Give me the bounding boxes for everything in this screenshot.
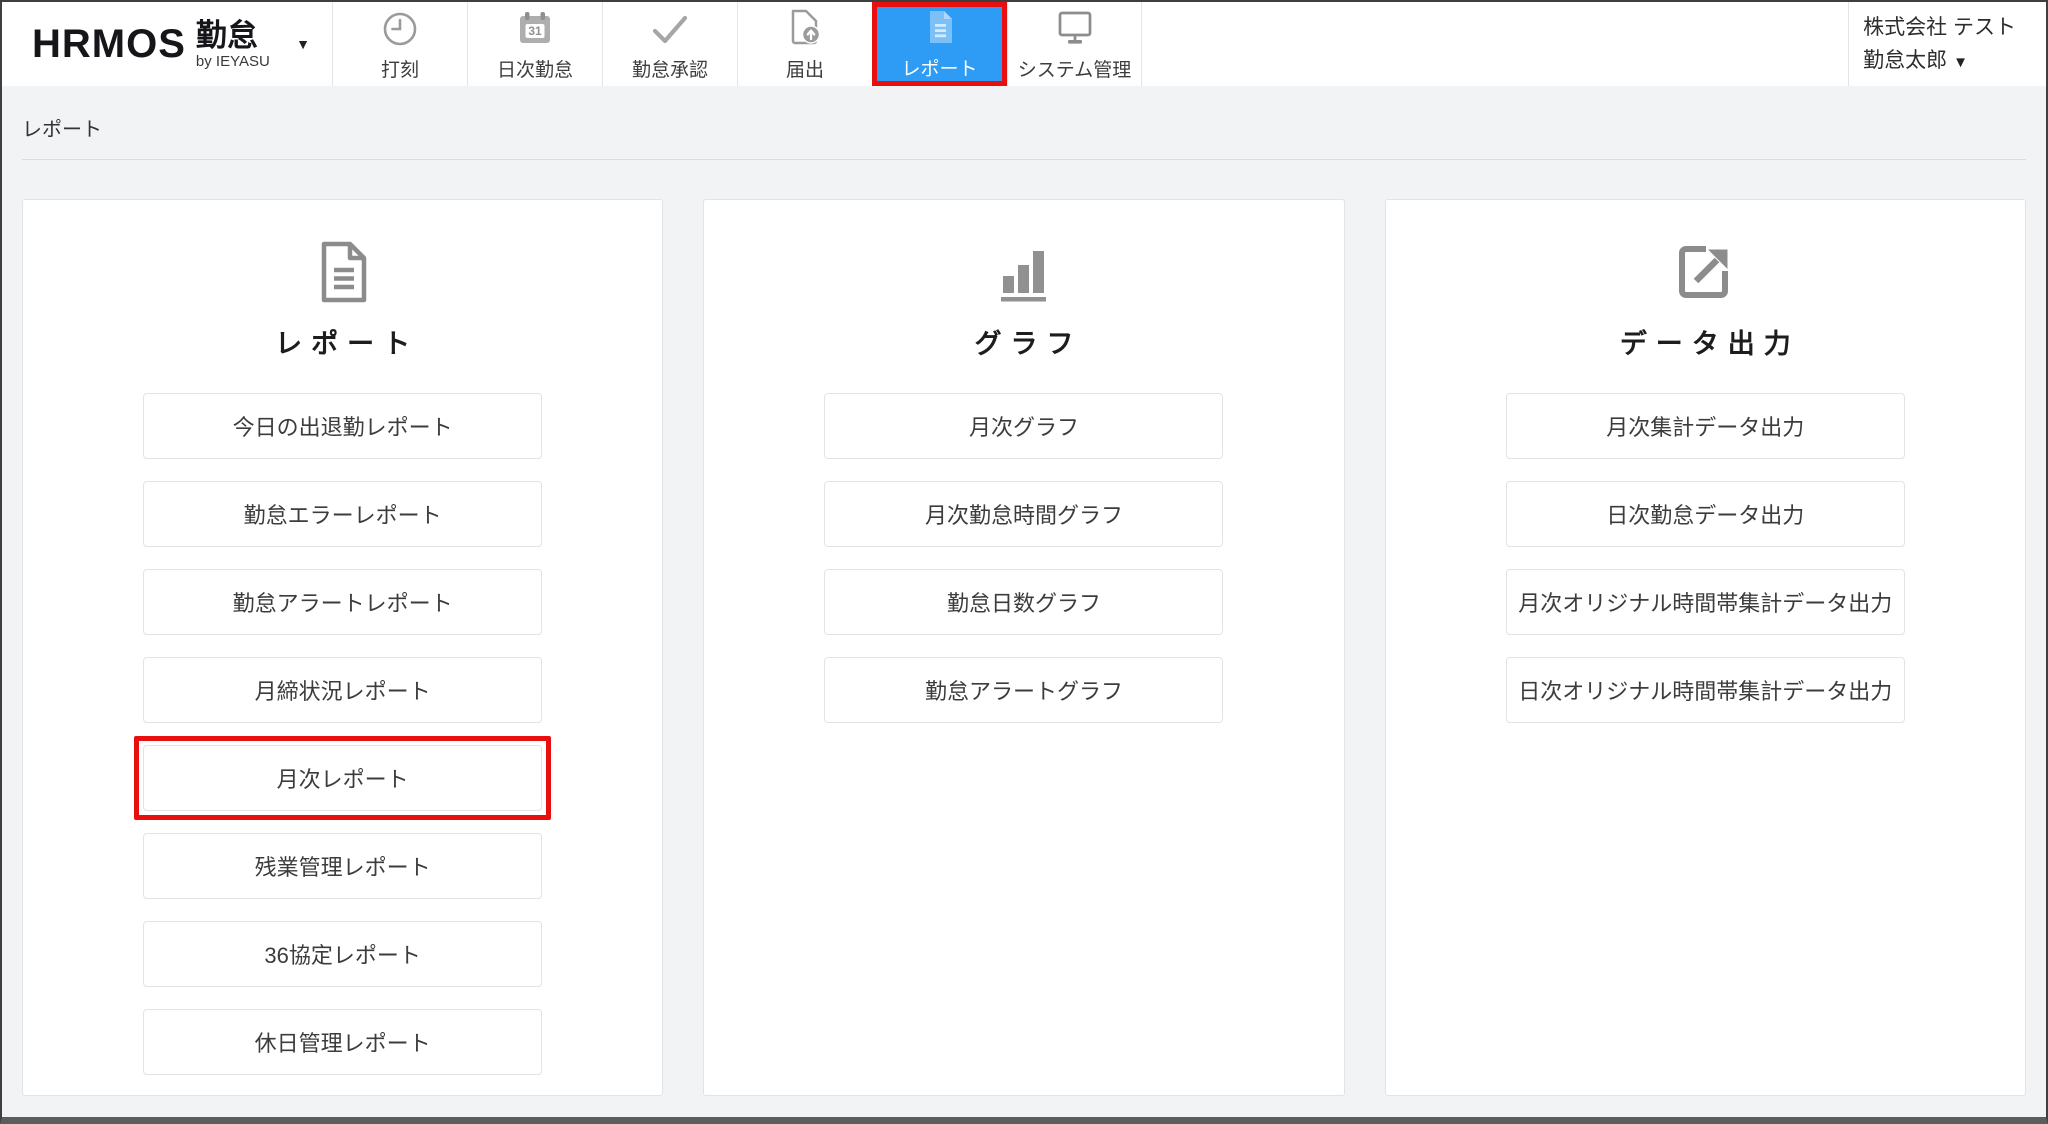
card-title-report: レポート xyxy=(275,329,420,359)
data-export-button-3[interactable]: 日次オリジナル時間帯集計データ出力 xyxy=(1505,657,1905,723)
card-button-list: 月次集計データ出力 日次勤怠データ出力 月次オリジナル時間帯集計データ出力 日次オリジ… xyxy=(1505,393,1905,723)
bar-chart-icon xyxy=(993,240,1055,304)
tab-system[interactable]: システム管理 xyxy=(1007,2,1142,86)
user-name-row: 勤怠太郎 ▼ xyxy=(1863,48,2016,73)
tab-label: 打刻 xyxy=(380,60,419,81)
graph-button-3[interactable]: 勤怠アラートグラフ xyxy=(824,657,1224,723)
data-export-button-1[interactable]: 日次勤怠データ出力 xyxy=(1505,481,1905,547)
card-data-export: データ出力月次集計データ出力 日次勤怠データ出力 月次オリジナル時間帯集計データ出力… xyxy=(1384,199,2026,1096)
export-icon xyxy=(1673,240,1737,304)
company-name: 株式会社 テスト xyxy=(1863,15,2016,39)
tab-daily[interactable]: 31 日次勤怠 xyxy=(467,2,602,86)
tab-label: レポート xyxy=(901,59,978,80)
caret-down-icon[interactable]: ▼ xyxy=(296,36,310,52)
graph-button-0[interactable]: 月次グラフ xyxy=(824,393,1224,459)
report-document-icon xyxy=(312,240,374,304)
tab-application[interactable]: 届出 xyxy=(737,2,872,86)
card-title-graph: グラフ xyxy=(974,329,1083,359)
graph-button-1[interactable]: 月次勤怠時間グラフ xyxy=(824,481,1224,547)
tab-punch[interactable]: 打刻 xyxy=(332,2,467,86)
report-button-3[interactable]: 月締状況レポート xyxy=(143,657,543,723)
tab-label: 日次勤怠 xyxy=(496,60,573,81)
report-button-2[interactable]: 勤怠アラートレポート xyxy=(143,569,543,635)
calendar-31-icon: 31 xyxy=(515,6,555,48)
card-button-list: 月次グラフ月次勤怠時間グラフ 勤怠日数グラフ 勤怠アラートグラフ xyxy=(824,393,1224,723)
brand-byline: by IEYASU xyxy=(195,52,270,70)
user-name: 勤怠太郎 xyxy=(1863,49,1948,72)
user-menu[interactable]: 株式会社 テスト 勤怠太郎 ▼ xyxy=(1848,2,2046,86)
report-button-7[interactable]: 休日管理レポート xyxy=(143,1009,543,1075)
report-button-0[interactable]: 今日の出退勤レポート xyxy=(143,393,543,459)
report-page-icon xyxy=(922,7,958,47)
svg-text:31: 31 xyxy=(528,24,542,38)
graph-button-2[interactable]: 勤怠日数グラフ xyxy=(824,569,1224,635)
card-button-list: 今日の出退勤レポート 勤怠エラーレポート 勤怠アラートレポート 月締状況レポート 月次レ… xyxy=(134,393,552,1075)
logo-area: HRMOS 勤怠 by IEYASU ▼ xyxy=(2,2,332,86)
tab-label: システム管理 xyxy=(1017,60,1132,81)
app-window: HRMOS 勤怠 by IEYASU ▼ 打刻 31 日次勤怠 勤怠承認 届出 レポートシ… xyxy=(0,0,2048,1124)
card-graph: グラフ月次グラフ月次勤怠時間グラフ 勤怠日数グラフ 勤怠アラートグラフ xyxy=(703,199,1345,1096)
report-button-6[interactable]: 36協定レポート xyxy=(143,921,543,987)
tab-label: 届出 xyxy=(785,60,824,81)
tab-report[interactable]: レポート xyxy=(872,2,1007,86)
breadcrumb: レポート xyxy=(22,119,102,141)
breadcrumb-bar: レポート xyxy=(2,86,2046,142)
data-export-button-2[interactable]: 月次オリジナル時間帯集計データ出力 xyxy=(1505,569,1905,635)
data-export-button-0[interactable]: 月次集計データ出力 xyxy=(1505,393,1905,459)
top-navigation-bar: HRMOS 勤怠 by IEYASU ▼ 打刻 31 日次勤怠 勤怠承認 届出 レポート シ… xyxy=(2,2,2046,86)
card-report: レポート今日の出退勤レポート 勤怠エラーレポート 勤怠アラートレポート 月締状況レポー… xyxy=(22,199,664,1096)
report-button-5[interactable]: 残業管理レポート xyxy=(143,833,543,899)
report-button-1[interactable]: 勤怠エラーレポート xyxy=(143,481,543,547)
tab-approval[interactable]: 勤怠承認 xyxy=(602,2,737,86)
brand-sub: 勤怠 by IEYASU xyxy=(196,20,270,69)
caret-down-icon[interactable]: ▼ xyxy=(1953,54,1968,71)
document-upload-icon xyxy=(786,6,824,48)
annotation-highlight-box: 月次レポート xyxy=(134,736,552,820)
nav-tabs: 打刻 31 日次勤怠 勤怠承認 届出 レポート システム管理 xyxy=(332,2,1142,86)
monitor-icon xyxy=(1054,6,1096,48)
card-title-data-export: データ出力 xyxy=(1619,329,1800,359)
cards-container: レポート今日の出退勤レポート 勤怠エラーレポート 勤怠アラートレポート 月締状況レポー… xyxy=(2,160,2046,1096)
brand-product-label: 勤怠 xyxy=(195,17,258,53)
check-icon xyxy=(648,6,692,48)
tab-label: 勤怠承認 xyxy=(631,60,708,81)
report-button-4[interactable]: 月次レポート xyxy=(143,745,543,811)
clock-icon xyxy=(381,6,419,48)
brand-logo: HRMOS xyxy=(32,21,186,66)
